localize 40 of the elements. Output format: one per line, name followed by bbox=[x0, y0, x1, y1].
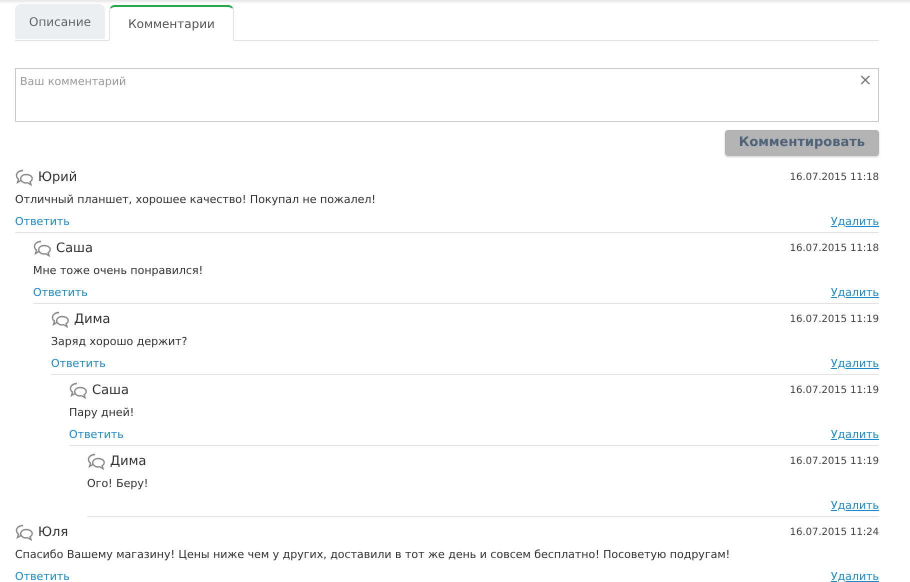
reply-link[interactable]: Ответить bbox=[33, 284, 88, 302]
comment-date: 16.07.2015 11:19 bbox=[790, 384, 879, 398]
comment-author: Юля bbox=[38, 524, 68, 542]
speech-bubbles-icon bbox=[69, 382, 89, 400]
speech-bubbles-icon bbox=[15, 524, 35, 542]
comment-date: 16.07.2015 11:18 bbox=[790, 242, 879, 256]
comment-author: Юрий bbox=[38, 169, 78, 187]
clear-button[interactable]: × bbox=[858, 71, 872, 89]
delete-link[interactable]: Удалить bbox=[830, 356, 879, 372]
comment-author: Дима bbox=[110, 453, 146, 471]
reply-link[interactable]: Ответить bbox=[15, 214, 70, 230]
delete-link[interactable]: Удалить bbox=[830, 284, 879, 302]
comment-text: Спасибо Вашему магазину! Цены ниже чем у других, доставили в тот же день и совсем бесплатно! Посоветую подругам! bbox=[15, 547, 732, 563]
speech-bubbles-icon bbox=[15, 169, 35, 186]
comment-text: Заряд хорошо держит? bbox=[51, 334, 188, 350]
delete-link[interactable]: Удалить bbox=[830, 426, 879, 444]
comment-date: 16.07.2015 11:18 bbox=[790, 171, 879, 185]
comment-button[interactable]: Комментировать bbox=[724, 130, 879, 156]
delete-link[interactable]: Удалить bbox=[830, 568, 879, 582]
comment-date: 16.07.2015 11:19 bbox=[790, 455, 879, 469]
reply-link[interactable]: Ответить bbox=[69, 426, 124, 444]
reply-link[interactable]: Ответить bbox=[51, 356, 106, 372]
delete-link[interactable]: Удалить bbox=[830, 214, 879, 230]
comment-date: 16.07.2015 11:24 bbox=[790, 526, 879, 540]
reply-link[interactable]: Ответить bbox=[15, 568, 70, 582]
speech-bubbles-icon bbox=[51, 311, 71, 328]
comment-date: 16.07.2015 11:19 bbox=[790, 313, 879, 327]
delete-link[interactable]: Удалить bbox=[830, 498, 879, 514]
comment-text: Ого! Беру! bbox=[87, 476, 150, 492]
tab[interactable]: Описание bbox=[15, 4, 106, 39]
speech-bubbles-icon bbox=[87, 453, 107, 470]
comment-text: Мне тоже очень понравился! bbox=[33, 263, 204, 279]
comment-author: Саша bbox=[92, 382, 129, 400]
comment-field[interactable]: Ваш комментарий × bbox=[15, 68, 879, 122]
comment-text: Отличный планшет, хорошее качество! Покупал не пожалел! bbox=[15, 192, 377, 208]
speech-bubbles-icon bbox=[33, 240, 53, 258]
comment-author: Дима bbox=[74, 311, 110, 329]
comment-text: Пару дней! bbox=[69, 405, 136, 421]
comment-author: Саша bbox=[56, 240, 93, 258]
tab[interactable]: Комментарии bbox=[109, 5, 234, 41]
